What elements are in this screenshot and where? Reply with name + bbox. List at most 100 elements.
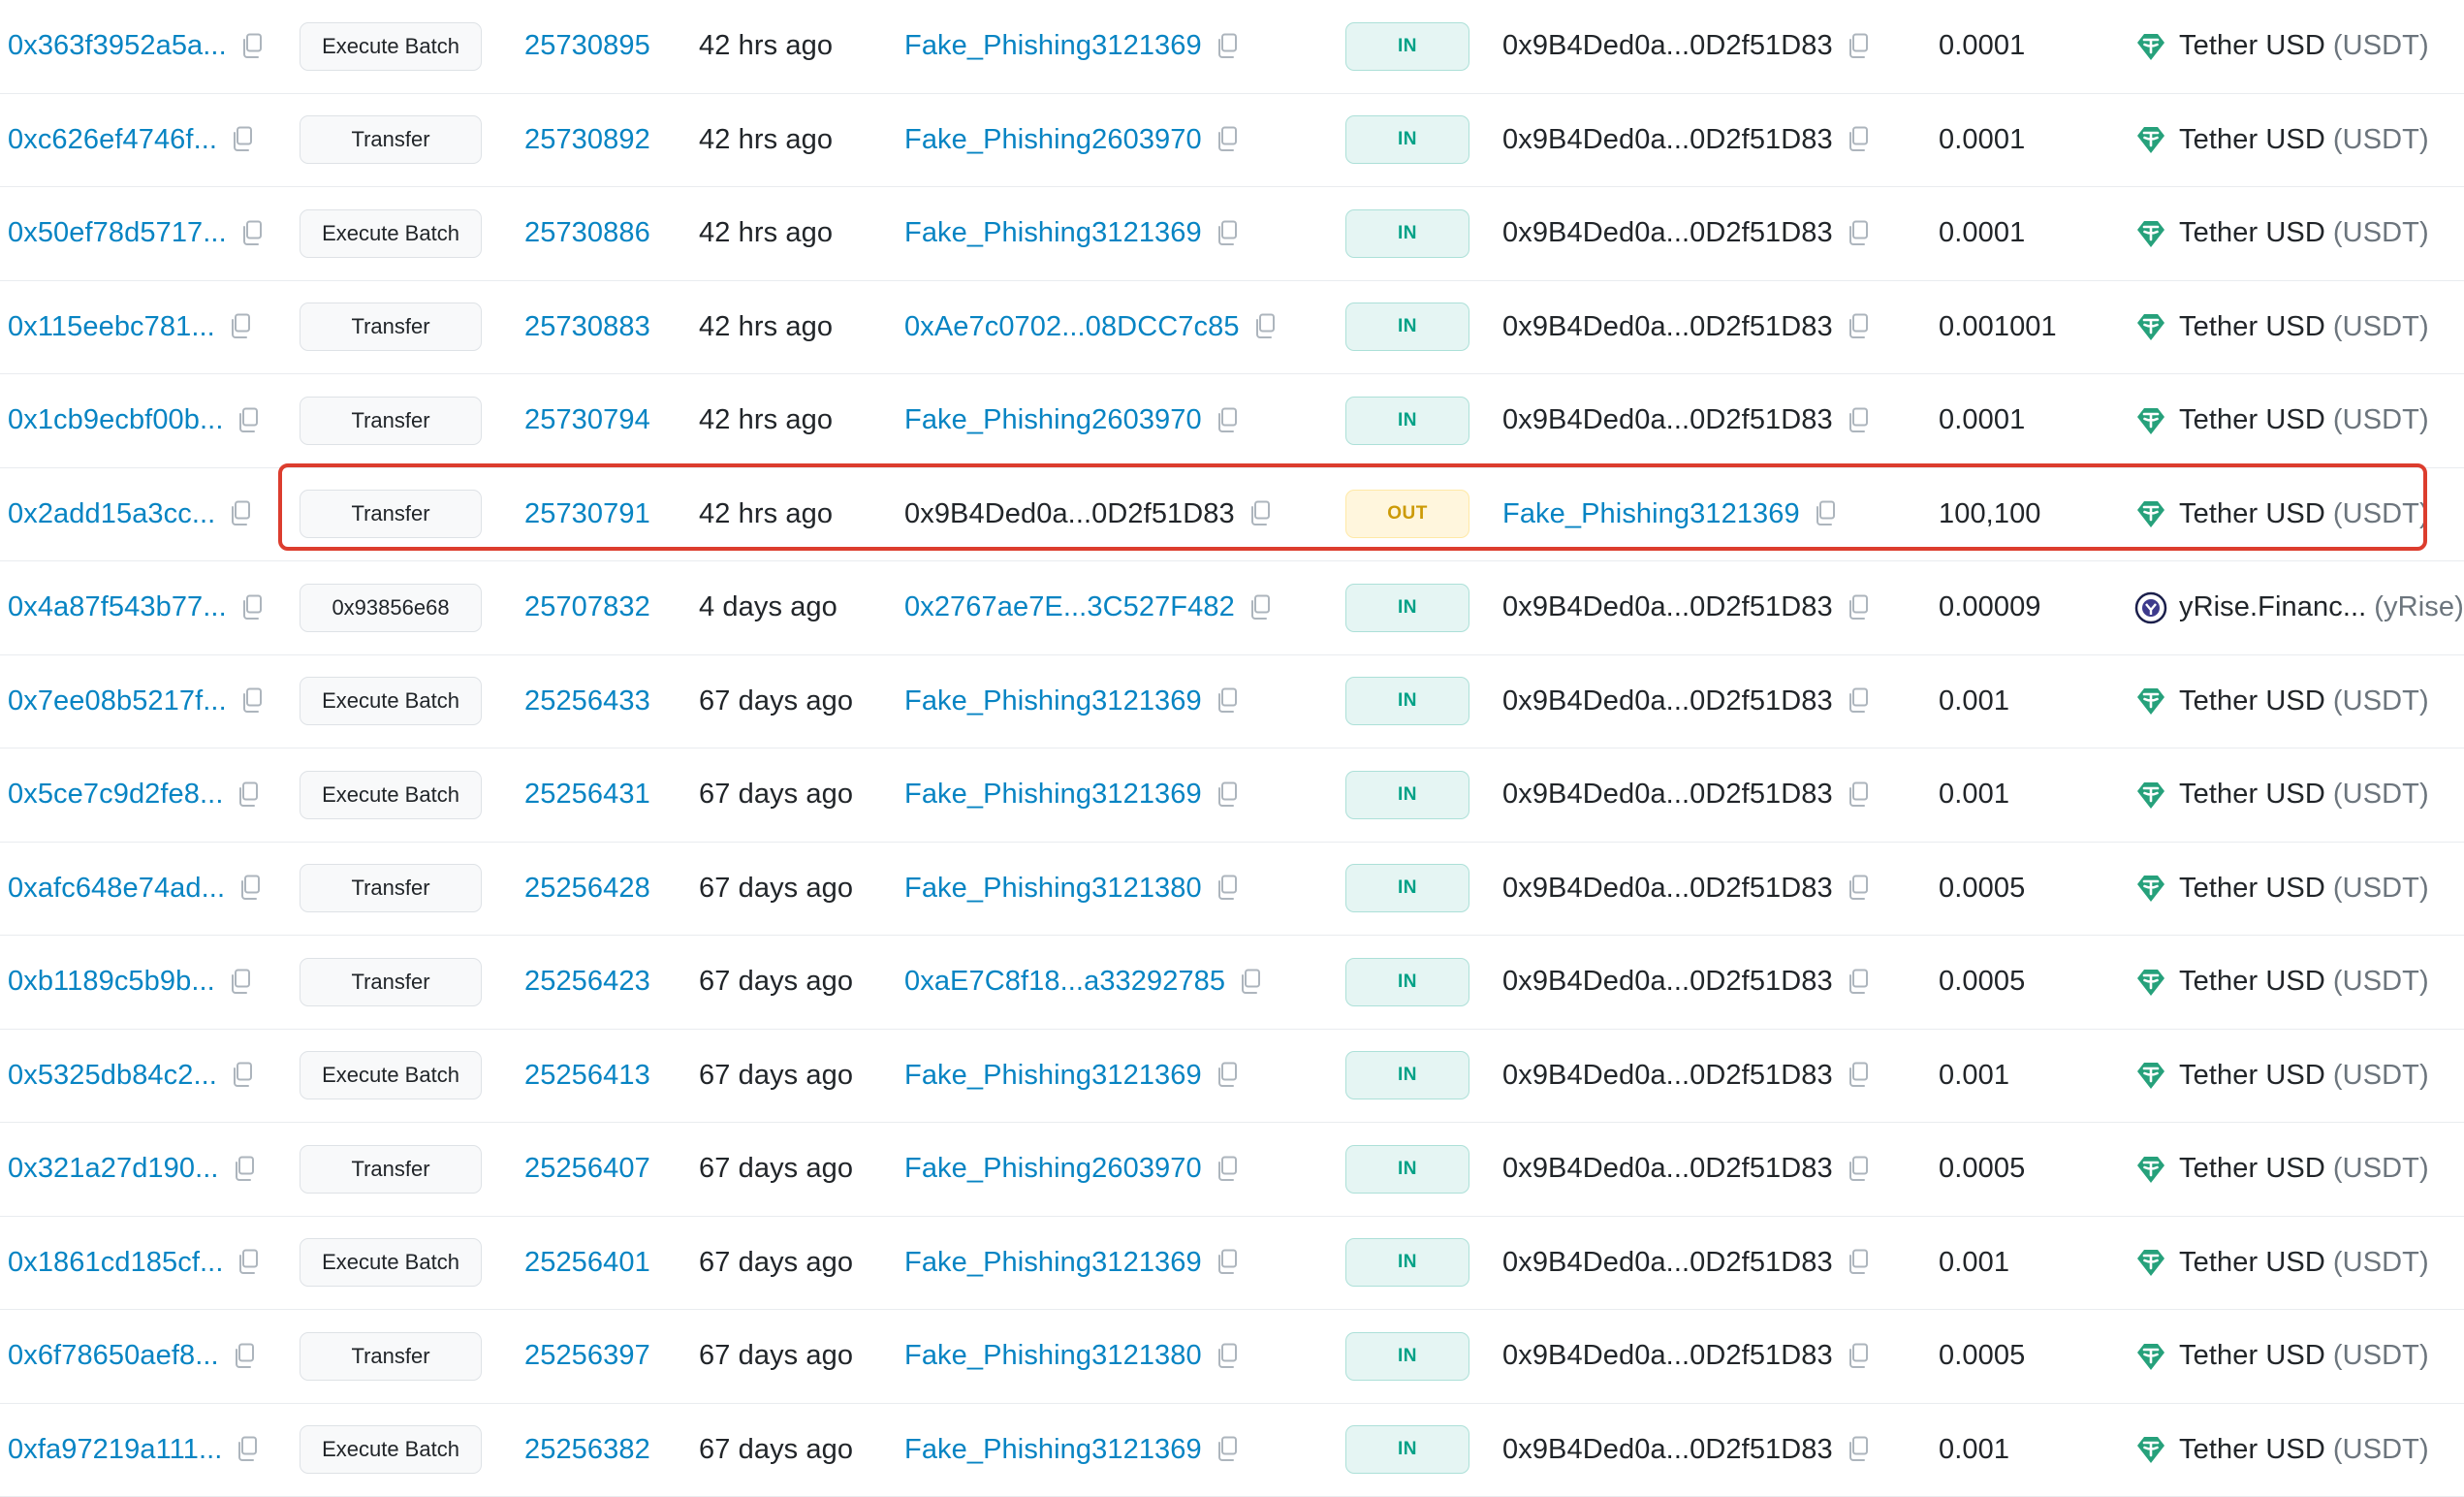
tx-hash-link[interactable]: 0x1cb9ecbf00b... [8, 404, 223, 436]
from-address[interactable]: Fake_Phishing3121369 [904, 1434, 1202, 1466]
token-name[interactable]: Tether USD [2179, 779, 2325, 811]
tx-hash-link[interactable]: 0x115eebc781... [8, 311, 215, 343]
copy-icon[interactable] [1216, 1062, 1241, 1089]
copy-icon[interactable] [1216, 1156, 1241, 1183]
copy-icon[interactable] [236, 1436, 261, 1463]
token-name[interactable]: Tether USD [2179, 404, 2325, 436]
tx-hash-link[interactable]: 0x5ce7c9d2fe8... [8, 779, 223, 811]
copy-icon[interactable] [1847, 407, 1872, 434]
copy-icon[interactable] [237, 781, 262, 809]
token-name[interactable]: Tether USD [2179, 1340, 2325, 1372]
token-cell[interactable]: Tether USD(USDT) [2134, 187, 2429, 280]
block-link[interactable]: 25730892 [524, 124, 650, 156]
from-address[interactable]: Fake_Phishing3121369 [904, 685, 1202, 717]
copy-icon[interactable] [233, 1343, 258, 1370]
copy-icon[interactable] [1847, 313, 1872, 340]
copy-icon[interactable] [238, 875, 264, 902]
copy-icon[interactable] [1216, 1343, 1241, 1370]
tx-hash-link[interactable]: 0x50ef78d5717... [8, 217, 227, 249]
block-link[interactable]: 25730791 [524, 498, 650, 530]
copy-icon[interactable] [1847, 220, 1872, 247]
token-name[interactable]: Tether USD [2179, 498, 2325, 530]
copy-icon[interactable] [237, 1249, 262, 1276]
tx-hash-link[interactable]: 0x321a27d190... [8, 1153, 219, 1185]
tx-hash-link[interactable]: 0xfa97219a111... [8, 1434, 222, 1466]
token-cell[interactable]: Tether USD(USDT) [2134, 843, 2429, 936]
copy-icon[interactable] [231, 1062, 256, 1089]
block-link[interactable]: 25256413 [524, 1060, 650, 1092]
tx-hash-link[interactable]: 0x6f78650aef8... [8, 1340, 219, 1372]
copy-icon[interactable] [1847, 1436, 1872, 1463]
token-name[interactable]: Tether USD [2179, 217, 2325, 249]
block-link[interactable]: 25730883 [524, 311, 650, 343]
copy-icon[interactable] [1216, 126, 1241, 153]
block-link[interactable]: 25256401 [524, 1247, 650, 1279]
token-name[interactable]: Tether USD [2179, 1153, 2325, 1185]
copy-icon[interactable] [1216, 33, 1241, 60]
copy-icon[interactable] [1216, 220, 1241, 247]
tx-hash-link[interactable]: 0xb1189c5b9b... [8, 966, 215, 998]
token-name[interactable]: Tether USD [2179, 1060, 2325, 1092]
to-address[interactable]: Fake_Phishing3121369 [1502, 498, 1800, 530]
from-address[interactable]: Fake_Phishing3121380 [904, 873, 1202, 905]
copy-icon[interactable] [1216, 407, 1241, 434]
tx-hash-link[interactable]: 0x5325db84c2... [8, 1060, 217, 1092]
tx-hash-link[interactable]: 0x363f3952a5a... [8, 30, 227, 62]
from-address[interactable]: Fake_Phishing3121380 [904, 1340, 1202, 1372]
copy-icon[interactable] [231, 126, 256, 153]
copy-icon[interactable] [1847, 875, 1872, 902]
copy-icon[interactable] [240, 220, 266, 247]
block-link[interactable]: 25256397 [524, 1340, 650, 1372]
token-cell[interactable]: Tether USD(USDT) [2134, 0, 2429, 93]
from-address[interactable]: Fake_Phishing3121369 [904, 30, 1202, 62]
block-link[interactable]: 25707832 [524, 591, 650, 623]
token-cell[interactable]: Tether USD(USDT) [2134, 94, 2429, 187]
copy-icon[interactable] [1847, 1062, 1872, 1089]
token-cell[interactable]: Tether USD(USDT) [2134, 936, 2429, 1029]
block-link[interactable]: 25256382 [524, 1434, 650, 1466]
copy-icon[interactable] [1847, 594, 1872, 621]
block-link[interactable]: 25730886 [524, 217, 650, 249]
token-cell[interactable]: Tether USD(USDT) [2134, 281, 2429, 374]
token-cell[interactable]: Tether USD(USDT) [2134, 1310, 2429, 1403]
token-name[interactable]: Tether USD [2179, 124, 2325, 156]
copy-icon[interactable] [1847, 781, 1872, 809]
copy-icon[interactable] [1248, 500, 1274, 527]
copy-icon[interactable] [229, 313, 254, 340]
copy-icon[interactable] [240, 33, 266, 60]
token-cell[interactable]: Tether USD(USDT) [2134, 1404, 2429, 1497]
copy-icon[interactable] [1847, 969, 1872, 996]
copy-icon[interactable] [1216, 1436, 1241, 1463]
from-address[interactable]: 0x2767ae7E...3C527F482 [904, 591, 1235, 623]
token-cell[interactable]: Tether USD(USDT) [2134, 748, 2429, 842]
from-address[interactable]: Fake_Phishing3121369 [904, 1060, 1202, 1092]
token-name[interactable]: Tether USD [2179, 30, 2325, 62]
token-cell[interactable]: yRise.Financ...(yRise) [2134, 561, 2464, 654]
copy-icon[interactable] [240, 594, 266, 621]
block-link[interactable]: 25256428 [524, 873, 650, 905]
block-link[interactable]: 25730895 [524, 30, 650, 62]
copy-icon[interactable] [1248, 594, 1274, 621]
from-address[interactable]: Fake_Phishing2603970 [904, 124, 1202, 156]
tx-hash-link[interactable]: 0xafc648e74ad... [8, 873, 225, 905]
block-link[interactable]: 25730794 [524, 404, 650, 436]
from-address[interactable]: Fake_Phishing3121369 [904, 779, 1202, 811]
copy-icon[interactable] [1216, 875, 1241, 902]
block-link[interactable]: 25256433 [524, 685, 650, 717]
from-address[interactable]: Fake_Phishing3121369 [904, 217, 1202, 249]
copy-icon[interactable] [233, 1156, 258, 1183]
copy-icon[interactable] [1847, 126, 1872, 153]
token-name[interactable]: Tether USD [2179, 1247, 2325, 1279]
tx-hash-link[interactable]: 0x4a87f543b77... [8, 591, 227, 623]
copy-icon[interactable] [240, 687, 266, 715]
token-cell[interactable]: Tether USD(USDT) [2134, 374, 2429, 467]
copy-icon[interactable] [229, 969, 254, 996]
token-name[interactable]: yRise.Financ... [2179, 591, 2366, 623]
token-cell[interactable]: Tether USD(USDT) [2134, 1123, 2429, 1216]
copy-icon[interactable] [1847, 1249, 1872, 1276]
tx-hash-link[interactable]: 0x7ee08b5217f... [8, 685, 227, 717]
copy-icon[interactable] [1847, 1156, 1872, 1183]
block-link[interactable]: 25256407 [524, 1153, 650, 1185]
copy-icon[interactable] [1216, 687, 1241, 715]
copy-icon[interactable] [1239, 969, 1264, 996]
